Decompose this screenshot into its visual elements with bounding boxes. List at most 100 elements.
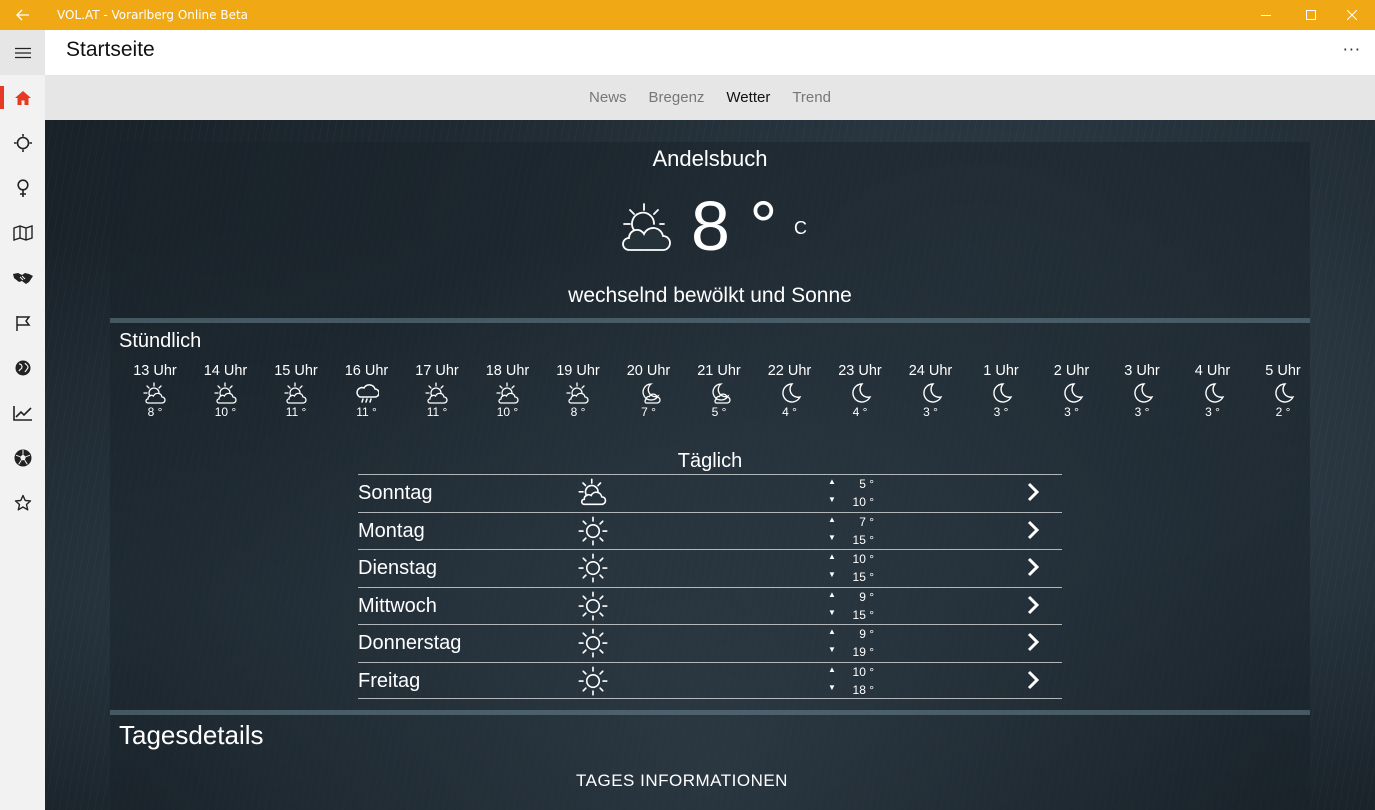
partly-cloudy-sun-icon	[284, 382, 307, 404]
arrow-up-icon: ▲	[828, 589, 836, 599]
hour-label: 15 Uhr	[274, 363, 318, 379]
partly-cloudy-sun-icon	[425, 382, 448, 404]
hour-label: 23 Uhr	[838, 363, 882, 379]
max-temperature-value: 19 °	[852, 645, 874, 660]
partly-cloudy-sun-icon	[578, 478, 607, 506]
day-name: Donnerstag	[358, 632, 462, 655]
min-temperature-value: 9 °	[859, 627, 874, 642]
chevron-right-icon[interactable]	[1026, 632, 1040, 652]
hourly-item: 17 Uhr 11 °	[407, 363, 467, 419]
sidebar-item-world[interactable]	[0, 345, 45, 390]
tab-news[interactable]: News	[589, 89, 627, 106]
tab-wetter[interactable]: Wetter	[726, 89, 770, 106]
maximize-button[interactable]	[1288, 0, 1334, 30]
hourly-item: 15 Uhr 11 °	[266, 363, 326, 419]
sidebar-item-partner[interactable]	[0, 255, 45, 300]
hour-temperature: 8 °	[570, 405, 586, 419]
weather-condition: wechselnd bewölkt und Sonne	[568, 284, 852, 307]
maximize-icon	[1306, 10, 1316, 20]
day-name: Mittwoch	[358, 594, 437, 617]
arrow-up-icon: ▲	[828, 665, 836, 674]
sidebar-item-map[interactable]	[0, 210, 45, 255]
menu-button[interactable]	[0, 30, 45, 75]
moon-icon	[993, 383, 1013, 403]
max-temperature-value: 10 °	[852, 495, 874, 509]
day-name: Sonntag	[358, 482, 433, 504]
partly-cloudy-sun-icon	[566, 382, 589, 404]
hour-temperature: 10 °	[214, 405, 237, 419]
hourly-item: 1 Uhr 3 °	[971, 363, 1031, 419]
hour-label: 20 Uhr	[626, 363, 671, 379]
hourly-item: 20 Uhr 7 °	[619, 363, 679, 419]
tab-bar: News Bregenz Wetter Trend	[45, 75, 1375, 120]
hour-temperature: 4 °	[782, 405, 797, 419]
sidebar-item-home[interactable]	[0, 75, 45, 120]
daily-heading: Täglich	[677, 450, 743, 472]
flag-icon	[15, 315, 30, 331]
hour-label: 18 Uhr	[485, 363, 530, 379]
more-options-button[interactable]: ···	[1343, 40, 1361, 59]
chevron-right-icon[interactable]	[1026, 520, 1040, 540]
min-temperature-value: 7 °	[859, 514, 874, 529]
day-name: Montag	[358, 519, 425, 542]
app-header: Startseite ···	[45, 30, 1375, 75]
tab-trend[interactable]: Trend	[792, 89, 831, 106]
daily-row[interactable]: Freitag ▲ 10 ° ▼ 18 °	[358, 662, 1062, 699]
sidebar-item-flag[interactable]	[0, 300, 45, 345]
day-name: Dienstag	[358, 557, 437, 580]
window-title: VOL.AT - Vorarlberg Online Beta	[57, 8, 249, 22]
daily-row[interactable]: Donnerstag ▲ 9 ° ▼ 19 °	[358, 624, 1062, 661]
daily-row[interactable]: Sonntag ▲ 5 ° ▼ 10 °	[358, 474, 1062, 511]
min-temperature-value: 10 °	[852, 665, 874, 679]
hour-label: 22 Uhr	[767, 363, 812, 379]
rain-cloud-icon	[355, 384, 379, 403]
minimize-button[interactable]	[1243, 0, 1289, 30]
partly-cloudy-sun-icon	[143, 382, 166, 404]
chevron-right-icon[interactable]	[1026, 557, 1040, 577]
globe-icon	[15, 360, 30, 375]
sun-icon	[578, 628, 608, 658]
hourly-item: 13 Uhr 8 °	[125, 363, 185, 419]
sidebar-item-women[interactable]	[0, 165, 45, 210]
arrow-down-icon: ▼	[828, 532, 836, 542]
close-button[interactable]	[1329, 0, 1375, 30]
hour-label: 4 Uhr	[1194, 363, 1231, 379]
arrow-up-icon: ▲	[828, 477, 836, 486]
daily-row[interactable]: Dienstag ▲ 10 ° ▼ 15 °	[358, 549, 1062, 586]
chevron-right-icon[interactable]	[1026, 595, 1040, 615]
tab-bregenz[interactable]: Bregenz	[649, 89, 705, 106]
sidebar-item-economy[interactable]	[0, 390, 45, 435]
back-button[interactable]	[0, 0, 45, 30]
sidebar-item-weather[interactable]	[0, 120, 45, 165]
moon-icon	[781, 383, 801, 403]
sun-icon	[578, 553, 608, 583]
info-heading: TAGES INFORMATIONEN	[576, 771, 788, 790]
sun-icon	[578, 666, 608, 696]
arrow-up-icon: ▲	[828, 627, 836, 637]
hour-temperature: 5 °	[711, 405, 727, 419]
weather-content[interactable]: Andelsbuch 8 ° C wechselnd bewölkt und S…	[45, 120, 1375, 810]
sidebar-item-sport[interactable]	[0, 435, 45, 480]
moon-icon	[1204, 383, 1224, 403]
hour-temperature: 11 °	[426, 405, 448, 419]
hourly-item: 4 Uhr 3 °	[1183, 363, 1243, 419]
hourly-item: 2 Uhr 3 °	[1042, 363, 1102, 419]
chevron-right-icon[interactable]	[1026, 482, 1040, 502]
hour-label: 2 Uhr	[1053, 363, 1090, 379]
sidebar-item-favorites[interactable]	[0, 480, 45, 525]
handshake-icon	[12, 272, 33, 284]
daily-row[interactable]: Mittwoch ▲ 9 ° ▼ 15 °	[358, 586, 1062, 624]
arrow-down-icon: ▼	[828, 570, 836, 580]
hour-label: 1 Uhr	[983, 363, 1019, 379]
daily-row[interactable]: Montag ▲ 7 ° ▼ 15 °	[358, 511, 1062, 549]
hour-temperature: 3 °	[1064, 405, 1079, 419]
hour-label: 14 Uhr	[203, 363, 248, 379]
moon-icon	[1134, 383, 1154, 403]
title-bar: VOL.AT - Vorarlberg Online Beta	[0, 0, 1375, 30]
hour-temperature: 3 °	[1205, 405, 1220, 419]
hamburger-icon	[14, 47, 31, 58]
chevron-right-icon[interactable]	[1026, 670, 1040, 690]
chart-icon	[12, 405, 32, 421]
hour-temperature: 10 °	[496, 405, 519, 419]
hourly-item: 22 Uhr 4 °	[760, 363, 820, 419]
